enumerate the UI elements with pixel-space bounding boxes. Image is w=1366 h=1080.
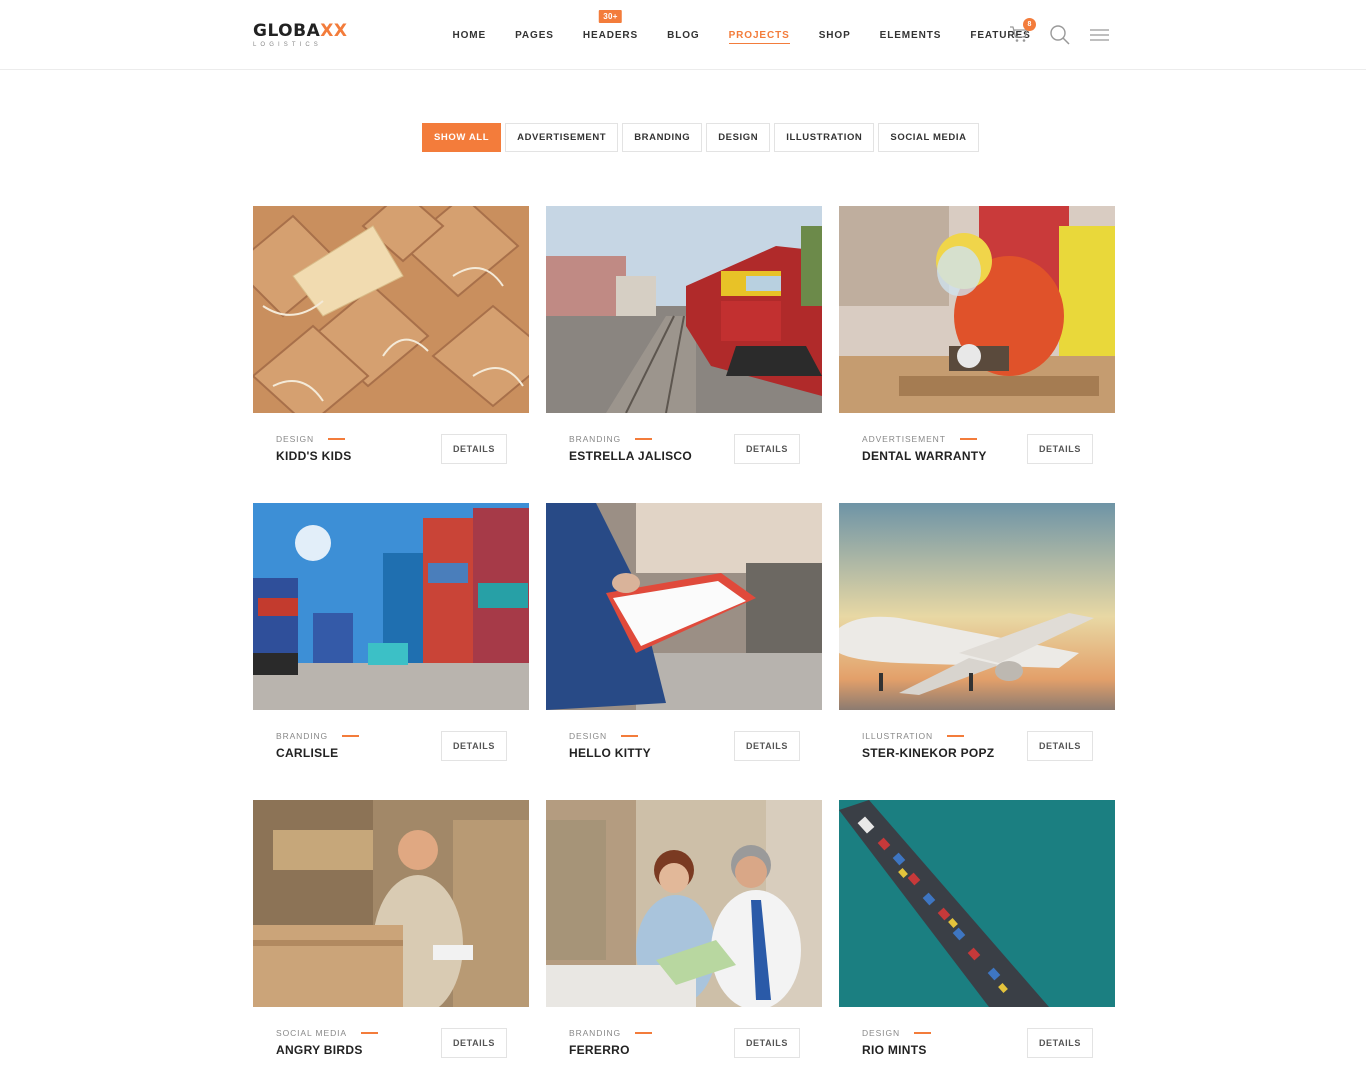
- cart-count-badge: 8: [1023, 18, 1036, 31]
- project-image-ship[interactable]: [839, 800, 1115, 1007]
- project-category: ILLUSTRATION: [862, 731, 934, 741]
- category-dash: [635, 1032, 653, 1034]
- project-image-parcels[interactable]: [253, 206, 529, 413]
- details-button[interactable]: DETAILS: [1026, 434, 1093, 464]
- filter-social-media[interactable]: SOCIAL MEDIA: [878, 123, 979, 152]
- category-dash: [914, 1032, 931, 1034]
- site-header: GLOBAXX LOGISTICS HOME PAGES 30+ HEADERS…: [0, 0, 1366, 70]
- details-button[interactable]: DETAILS: [440, 1028, 507, 1058]
- details-button[interactable]: DETAILS: [733, 1028, 800, 1058]
- search-button[interactable]: [1049, 24, 1071, 46]
- project-category: SOCIAL MEDIA: [276, 1028, 347, 1038]
- logo-subtitle: LOGISTICS: [253, 42, 322, 48]
- nav-pages[interactable]: PAGES: [501, 0, 569, 70]
- logo-main-text: GLOBA: [253, 21, 321, 41]
- project-category: BRANDING: [569, 1028, 622, 1038]
- nav-shop[interactable]: SHOP: [804, 0, 865, 70]
- project-image-airplane[interactable]: [839, 503, 1115, 710]
- nav-blog[interactable]: BLOG: [653, 0, 715, 70]
- category-dash: [360, 1032, 378, 1034]
- project-image-train[interactable]: [546, 206, 822, 413]
- details-button[interactable]: DETAILS: [733, 731, 800, 761]
- menu-button[interactable]: [1089, 24, 1111, 46]
- filter-design[interactable]: DESIGN: [706, 123, 771, 152]
- project-title[interactable]: FERERRO: [569, 1043, 652, 1057]
- details-button[interactable]: DETAILS: [440, 434, 507, 464]
- project-image-worker[interactable]: [839, 206, 1115, 413]
- category-dash: [959, 438, 977, 440]
- project-card: DESIGN RIO MINTS DETAILS: [839, 800, 1115, 1080]
- category-dash: [328, 438, 345, 440]
- search-icon: [1050, 25, 1070, 45]
- project-grid: DESIGN KIDD'S KIDS DETAILS BRANDING ESTR…: [253, 206, 1115, 1080]
- details-button[interactable]: DETAILS: [1026, 1028, 1093, 1058]
- filter-branding[interactable]: BRANDING: [622, 123, 703, 152]
- project-category: DESIGN: [569, 731, 607, 741]
- logo-accent-text: XX: [320, 21, 348, 41]
- details-button[interactable]: DETAILS: [440, 731, 507, 761]
- project-category: BRANDING: [276, 731, 329, 741]
- project-image-containers[interactable]: [253, 503, 529, 710]
- nav-headers[interactable]: 30+ HEADERS: [568, 0, 652, 70]
- category-dash: [947, 735, 965, 737]
- details-button[interactable]: DETAILS: [1026, 731, 1093, 761]
- nav-projects[interactable]: PROJECTS: [714, 0, 804, 70]
- category-dash: [635, 438, 653, 440]
- project-filters: SHOW ALL ADVERTISEMENT BRANDING DESIGN I…: [422, 123, 979, 152]
- project-title[interactable]: CARLISLE: [276, 746, 359, 760]
- project-title[interactable]: KIDD'S KIDS: [276, 449, 352, 463]
- logo[interactable]: GLOBAXX LOGISTICS: [253, 21, 347, 48]
- filter-advertisement[interactable]: ADVERTISEMENT: [505, 123, 619, 152]
- category-dash: [621, 735, 638, 737]
- hamburger-menu-icon: [1090, 29, 1109, 41]
- main-nav: HOME PAGES 30+ HEADERS BLOG PROJECTS SHO…: [438, 0, 1045, 70]
- project-card: DESIGN HELLO KITTY DETAILS: [546, 503, 822, 800]
- filter-illustration[interactable]: ILLUSTRATION: [774, 123, 875, 152]
- project-image-boxes-man[interactable]: [253, 800, 529, 1007]
- filter-show-all[interactable]: SHOW ALL: [422, 123, 502, 152]
- project-card: BRANDING CARLISLE DETAILS: [253, 503, 529, 800]
- project-category: DESIGN: [862, 1028, 900, 1038]
- project-title[interactable]: RIO MINTS: [862, 1043, 931, 1057]
- project-title[interactable]: ESTRELLA JALISCO: [569, 449, 692, 463]
- project-image-office[interactable]: [546, 800, 822, 1007]
- project-card: BRANDING FERERRO DETAILS: [546, 800, 822, 1080]
- project-card: ADVERTISEMENT DENTAL WARRANTY DETAILS: [839, 206, 1115, 503]
- nav-elements[interactable]: ELEMENTS: [865, 0, 956, 70]
- project-card: DESIGN KIDD'S KIDS DETAILS: [253, 206, 529, 503]
- project-title[interactable]: ANGRY BIRDS: [276, 1043, 378, 1057]
- category-dash: [342, 735, 360, 737]
- nav-features[interactable]: FEATURES: [956, 0, 1045, 70]
- project-category: BRANDING: [569, 434, 622, 444]
- project-title[interactable]: HELLO KITTY: [569, 746, 651, 760]
- details-button[interactable]: DETAILS: [733, 434, 800, 464]
- project-title[interactable]: DENTAL WARRANTY: [862, 449, 987, 463]
- project-category: ADVERTISEMENT: [862, 434, 946, 444]
- project-image-clipboard[interactable]: [546, 503, 822, 710]
- nav-home[interactable]: HOME: [438, 0, 501, 70]
- project-card: BRANDING ESTRELLA JALISCO DETAILS: [546, 206, 822, 503]
- project-card: SOCIAL MEDIA ANGRY BIRDS DETAILS: [253, 800, 529, 1080]
- project-title[interactable]: STER-KINEKOR POPZ: [862, 746, 994, 760]
- cart-button[interactable]: 8: [1009, 18, 1036, 46]
- project-card: ILLUSTRATION STER-KINEKOR POPZ DETAILS: [839, 503, 1115, 800]
- nav-badge: 30+: [599, 10, 622, 23]
- project-category: DESIGN: [276, 434, 314, 444]
